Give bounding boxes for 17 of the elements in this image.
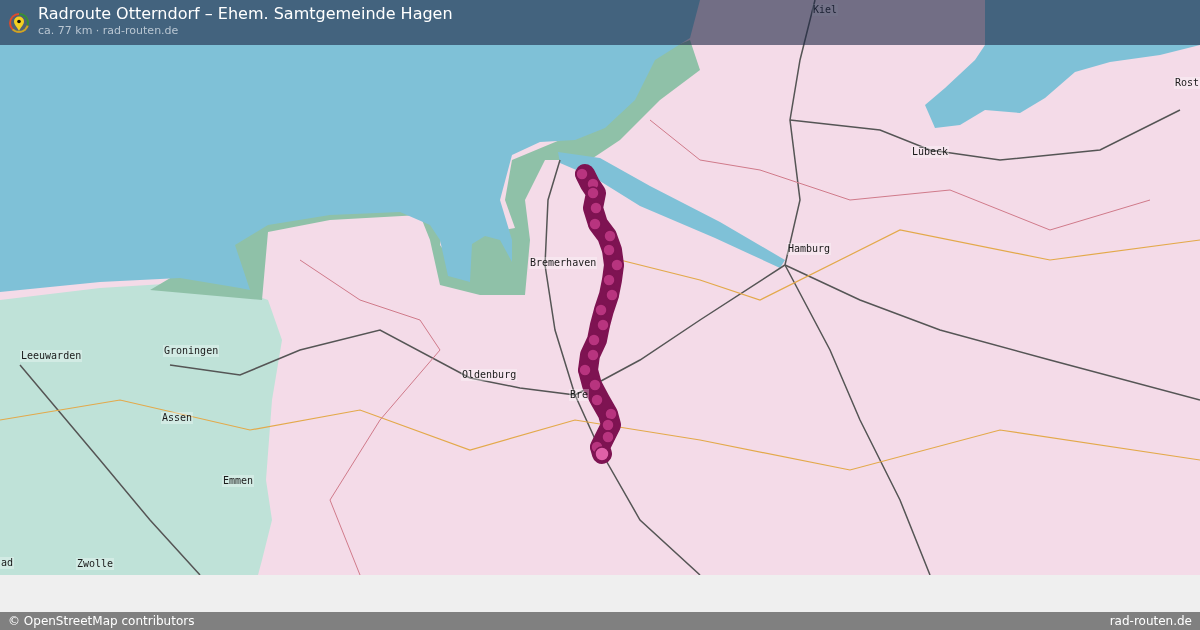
place-label: Assen xyxy=(161,412,194,424)
place-label: Bre xyxy=(569,389,590,401)
place-label: Zwolle xyxy=(76,558,115,570)
route-subtitle: ca. 77 km · rad-routen.de xyxy=(38,24,180,37)
attribution-text: © OpenStreetMap contributors xyxy=(8,613,195,629)
place-label: Leeuwarden xyxy=(20,350,83,362)
place-label: Oldenburg xyxy=(461,369,518,381)
place-label: Hamburg xyxy=(787,243,832,255)
site-name: rad-routen.de xyxy=(1109,613,1192,629)
place-label: Groningen xyxy=(163,345,220,357)
place-label: Lübeck xyxy=(911,146,950,158)
place-label: ad xyxy=(0,557,15,569)
place-label: Bremerhaven xyxy=(529,257,598,269)
place-label: Rost xyxy=(1173,77,1200,89)
route-title: Radroute Otterndorf – Ehem. Samtgemeinde Hagen xyxy=(38,4,453,24)
place-label: Emmen xyxy=(222,475,255,487)
map-pin-icon xyxy=(8,12,30,34)
